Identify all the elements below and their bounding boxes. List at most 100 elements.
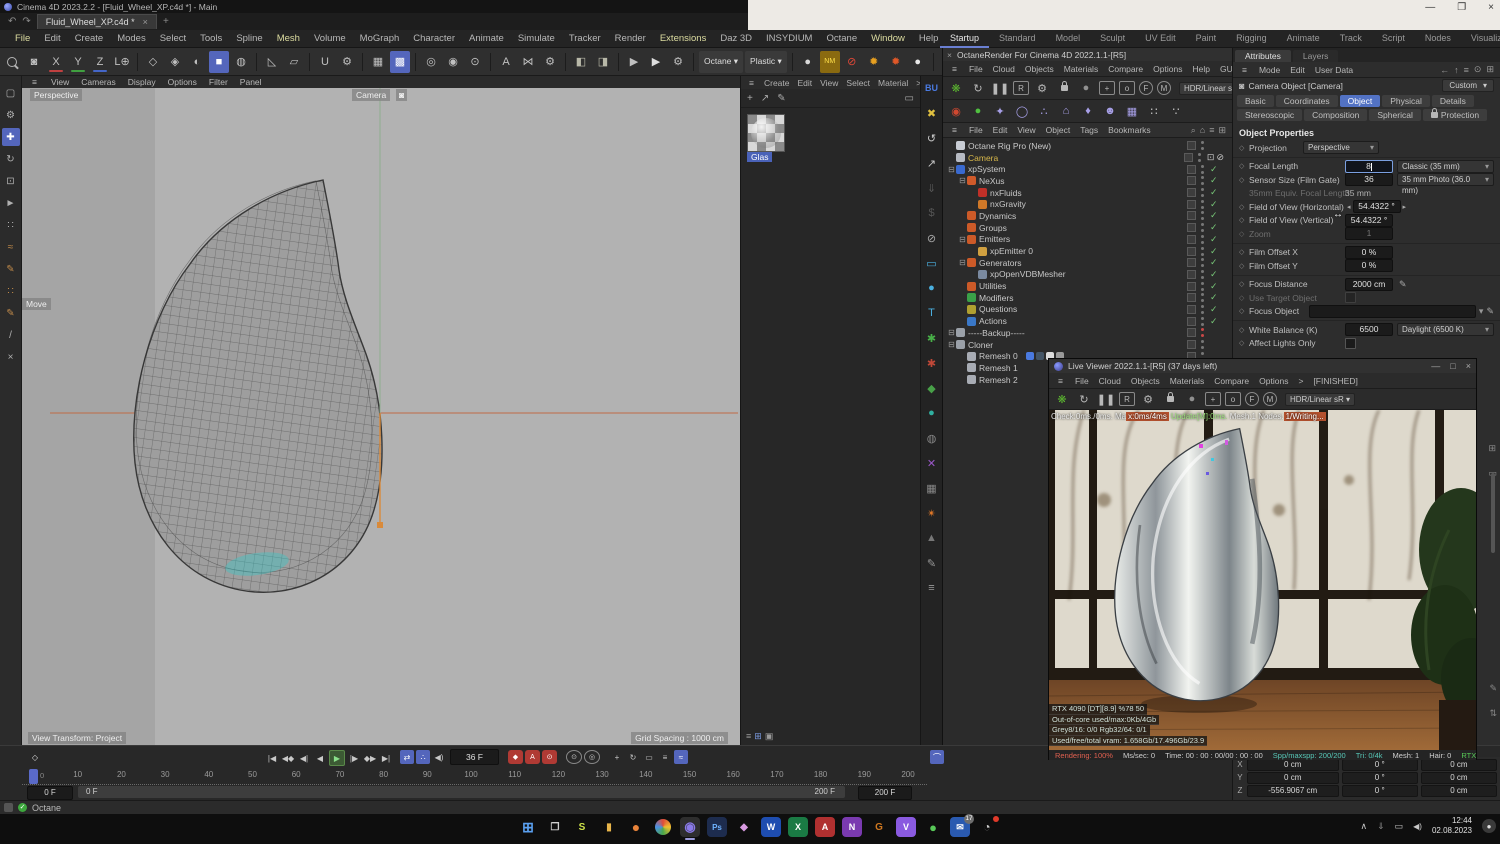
tree-item-cloner[interactable]: ⊟ Cloner <box>943 339 1232 351</box>
brush-tool[interactable]: ✎ <box>2 304 20 322</box>
enabled-check-icon[interactable]: ✓ <box>1210 199 1226 210</box>
sphere-teal-icon[interactable]: ● <box>924 405 940 421</box>
visibility-dots[interactable] <box>1197 153 1202 163</box>
menu-item-volume[interactable]: Volume <box>307 33 353 44</box>
layer-toggle[interactable] <box>1187 164 1196 174</box>
menu-item-tracker[interactable]: Tracker <box>562 33 608 44</box>
line-cut-tool[interactable]: / <box>2 326 20 344</box>
layout-tab-animate[interactable]: Animate <box>1277 30 1330 46</box>
expander-icon[interactable]: ⊟ <box>958 258 967 267</box>
expander-icon[interactable]: ⊟ <box>947 328 956 337</box>
visibility-dots[interactable] <box>1201 176 1205 186</box>
grid-quantize[interactable]: ▦ <box>368 51 388 73</box>
start-button[interactable]: ⊞ <box>518 817 538 837</box>
live-selection-tool[interactable]: ▢ <box>2 84 20 102</box>
chrome-icon[interactable] <box>655 819 671 835</box>
axis-a[interactable]: A <box>496 51 516 73</box>
viewport-menu-options[interactable]: Options <box>162 77 203 87</box>
object-manager-burger-icon[interactable]: ≡ <box>947 125 962 135</box>
render-result[interactable]: Check:0ms./0ms. Ma x:0ms/4ms Update[M]:0m… <box>1049 410 1476 750</box>
visibility-dots[interactable] <box>1201 269 1205 279</box>
menu-item-mograph[interactable]: MoGraph <box>353 33 407 44</box>
attribute-tab-details[interactable]: Details <box>1431 95 1474 107</box>
tray-display-icon[interactable]: ▭ <box>1395 821 1404 832</box>
lv-kernel-settings-icon[interactable]: ⚙ <box>1139 390 1157 408</box>
live-viewer-menu-compare[interactable]: Compare <box>1209 376 1254 386</box>
layer-toggle[interactable] <box>1187 246 1196 256</box>
octane-light-button[interactable]: ◯ <box>1013 102 1031 120</box>
axis-handle-point[interactable] <box>377 522 383 528</box>
enabled-check-icon[interactable]: ✓ <box>1210 222 1226 233</box>
disc-grey-icon[interactable]: ◍ <box>924 430 940 446</box>
disable-icon[interactable]: ⊘ <box>924 230 940 246</box>
lv-maximize-button[interactable]: □ <box>1450 361 1455 371</box>
live-viewer-menu--[interactable]: > <box>1293 376 1308 386</box>
currency-disabled-icon[interactable]: $ <box>924 205 940 221</box>
pen-grey-icon[interactable]: ✎ <box>924 555 940 571</box>
excel-icon[interactable]: X <box>788 817 808 837</box>
workplane-circle-2[interactable]: ◉ <box>443 51 463 73</box>
picker-pen-icon[interactable]: ✎ <box>1399 279 1407 290</box>
plastic-dropdown[interactable]: Plastic ▾ <box>745 50 787 73</box>
projection-dropdown[interactable]: Perspective ▾ <box>1303 141 1379 155</box>
menu-item-file[interactable]: File <box>8 33 37 44</box>
layout-tab-track[interactable]: Track <box>1330 30 1372 46</box>
white-sphere-icon[interactable]: ● <box>908 51 928 73</box>
fluid-wheel-mesh-wireframe[interactable] <box>133 179 383 594</box>
material-view-mode-0[interactable]: ≡ <box>746 731 751 742</box>
move-tool[interactable]: ✚ <box>1 128 20 146</box>
material-menu-view[interactable]: View <box>816 78 842 88</box>
solid-view-1[interactable]: ◧ <box>571 51 591 73</box>
lv-material-ball-icon[interactable]: ● <box>1183 390 1201 408</box>
visibility-dots[interactable] <box>1201 316 1205 326</box>
position-field[interactable]: 0 cm <box>1246 758 1339 771</box>
knife-tool[interactable]: × <box>2 348 20 366</box>
layer-toggle[interactable] <box>1187 258 1196 268</box>
material-tool-2[interactable]: ✎ <box>777 93 785 104</box>
undo-icon[interactable]: ↶ <box>8 16 16 27</box>
expander-icon[interactable]: ⊟ <box>958 176 967 185</box>
lv-focus-picker-icon[interactable]: F <box>1245 392 1259 406</box>
range-end-field[interactable]: 200 F <box>858 786 912 800</box>
attribute-tab-protection[interactable]: Protection <box>1422 108 1488 121</box>
rotation-field[interactable]: 0 ° <box>1341 784 1418 797</box>
xparticles-icon[interactable]: ✹ <box>864 51 884 73</box>
attributes-icon-1[interactable]: ↑ <box>1454 65 1459 75</box>
tree-item-xpemitter-0[interactable]: xpEmitter 0 ✓ <box>943 245 1232 257</box>
attribute-tab-coordinates[interactable]: Coordinates <box>1275 95 1338 107</box>
new-document-tab-button[interactable]: + <box>163 16 169 27</box>
workplane-circle-3[interactable]: ⊙ <box>465 51 485 73</box>
rotation-field[interactable]: 0 ° <box>1341 758 1418 771</box>
add-aov-icon[interactable]: + <box>1099 81 1115 95</box>
scale-field[interactable]: 0 cm <box>1420 784 1497 797</box>
bu-script-icon[interactable]: BU <box>924 80 940 96</box>
octane-texture-env-button[interactable]: ● <box>969 102 987 120</box>
visibility-dots[interactable] <box>1201 328 1205 338</box>
live-viewer-burger-icon[interactable]: ≡ <box>1053 376 1068 386</box>
material-menu-select[interactable]: Select <box>842 78 874 88</box>
next-key-button[interactable]: ◆▶ <box>363 751 377 765</box>
task-view-button[interactable]: ❐ <box>545 817 565 837</box>
layout-tab-uv-edit[interactable]: UV Edit <box>1135 30 1186 46</box>
axis-mode[interactable]: ◺ <box>262 51 282 73</box>
chevron-down-icon[interactable]: ▾ <box>1476 306 1487 317</box>
octane-menu-file[interactable]: File <box>964 64 988 74</box>
rotate-tool[interactable]: ↻ <box>2 150 20 168</box>
attributes-burger-icon[interactable]: ≡ <box>1237 65 1252 75</box>
tab-layers[interactable]: Layers <box>1292 50 1339 62</box>
preset-dropdown[interactable]: Custom ▾ <box>1442 79 1494 92</box>
camera-hud-icon[interactable]: ◙ <box>396 89 408 101</box>
menu-item-mesh[interactable]: Mesh <box>270 33 307 44</box>
menu-item-edit[interactable]: Edit <box>37 33 67 44</box>
lv-lock-resolution-icon[interactable] <box>1161 390 1179 408</box>
lv-material-picker-icon[interactable]: M <box>1263 392 1277 406</box>
focal-preset-dropdown[interactable]: Classic (35 mm) ▾ <box>1397 159 1494 173</box>
visibility-dots[interactable] <box>1201 246 1205 256</box>
layout-tab-paint[interactable]: Paint <box>1186 30 1227 46</box>
nm-icon[interactable]: NM <box>819 50 840 73</box>
window-minimize-button[interactable]: — <box>1425 2 1435 13</box>
lv-pause-render-icon[interactable]: ❚❚ <box>1097 390 1115 408</box>
scale-field[interactable]: 0 cm <box>1420 771 1497 784</box>
focus-object-input[interactable] <box>1309 304 1476 318</box>
octane-scatter-b-button[interactable]: ∵ <box>1167 102 1185 120</box>
